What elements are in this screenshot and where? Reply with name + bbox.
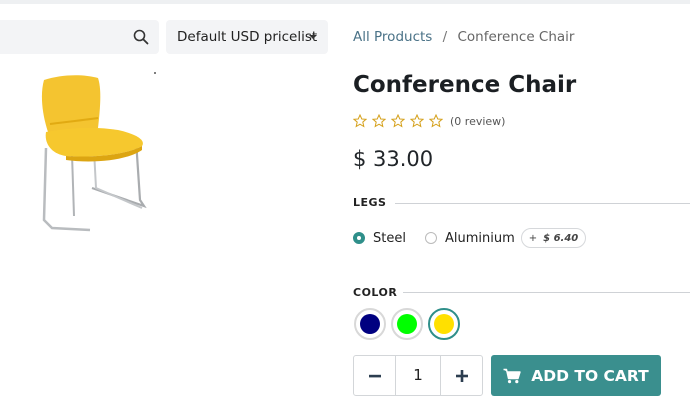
breadcrumb-all-products-link[interactable]: All Products: [353, 29, 432, 45]
product-title: Conference Chair: [353, 72, 577, 98]
legs-label: LEGS: [353, 196, 387, 209]
legs-steel-label[interactable]: Steel: [373, 231, 406, 246]
breadcrumb-current: Conference Chair: [457, 29, 575, 45]
image-speck: [154, 72, 156, 74]
extra-price-plus: +: [528, 232, 538, 244]
star-icon: [353, 114, 367, 128]
product-rating[interactable]: (0 review): [353, 113, 505, 129]
star-icon: [372, 114, 386, 128]
legs-steel-radio[interactable]: [353, 232, 365, 244]
legs-aluminium-label[interactable]: Aluminium: [445, 231, 515, 246]
quantity-stepper: 1: [353, 355, 483, 396]
legs-options: Steel Aluminium + $ 6.40: [353, 227, 587, 249]
review-count[interactable]: (0 review): [450, 115, 505, 128]
increase-quantity-button[interactable]: [440, 356, 482, 395]
plus-icon: [455, 369, 468, 382]
pricelist-dropdown[interactable]: Default USD pricelist: [166, 20, 328, 54]
star-icon: [391, 114, 405, 128]
color-swatch-fill: [434, 314, 454, 334]
search-input[interactable]: [0, 20, 159, 54]
color-swatch-fill: [397, 314, 417, 334]
minus-icon: [368, 374, 381, 377]
color-swatch-navy[interactable]: [354, 308, 386, 340]
extra-price-value: $ 6.40: [543, 232, 579, 244]
color-label: COLOR: [353, 286, 398, 299]
decrease-quantity-button[interactable]: [354, 356, 396, 395]
add-to-cart-button[interactable]: ADD TO CART: [491, 355, 661, 396]
caret-down-icon: [309, 35, 317, 39]
color-swatch-fill: [360, 314, 380, 334]
breadcrumb-separator: /: [442, 29, 448, 45]
quantity-input[interactable]: 1: [396, 356, 440, 395]
color-swatch-yellow[interactable]: [428, 308, 460, 340]
star-icon: [429, 114, 443, 128]
shopping-cart-icon: [503, 368, 521, 383]
star-icon: [410, 114, 424, 128]
product-price: $ 33.00: [353, 147, 434, 171]
legs-divider: [395, 203, 690, 204]
add-to-cart-label: ADD TO CART: [531, 366, 649, 385]
color-divider: [403, 292, 690, 293]
breadcrumb: All Products / Conference Chair: [353, 29, 574, 45]
legs-aluminium-radio[interactable]: [424, 232, 437, 244]
top-border: [0, 0, 690, 4]
color-swatch-green[interactable]: [391, 308, 423, 340]
search-icon[interactable]: [133, 29, 149, 45]
pricelist-label: Default USD pricelist: [177, 29, 318, 45]
product-image[interactable]: [32, 70, 157, 240]
aluminium-extra-price-badge: + $ 6.40: [520, 228, 587, 248]
